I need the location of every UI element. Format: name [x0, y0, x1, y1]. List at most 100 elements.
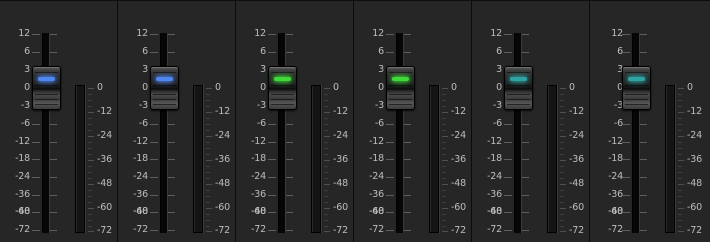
- meter-tick-mark: [442, 88, 448, 89]
- fader-knob-groove: [35, 99, 58, 100]
- fader-knob[interactable]: [32, 66, 61, 110]
- meter-scale-label: -60: [451, 202, 466, 213]
- fader-knob[interactable]: [268, 66, 297, 110]
- fader-scale-label: 3: [496, 64, 502, 75]
- fader-track[interactable]: [160, 33, 168, 233]
- fader-scale-label: -3: [20, 100, 30, 111]
- meter-scale-label: 0: [97, 82, 103, 93]
- fader-tick-mark: [268, 212, 276, 213]
- fader-knob-groove: [625, 85, 648, 86]
- fader-tick-mark: [167, 34, 175, 35]
- meter-tick-mark: [324, 160, 330, 161]
- meter-tick-mark: [88, 202, 92, 203]
- fader-tick-mark: [521, 212, 529, 213]
- fader-knob-groove: [625, 72, 648, 73]
- fader-scale-label: 3: [378, 64, 384, 75]
- fader-scale-label: -36: [487, 189, 502, 200]
- fader-knob-groove: [35, 72, 58, 73]
- fader-tick-mark: [504, 230, 512, 231]
- fader-tick-mark: [639, 230, 647, 231]
- meter-tick-mark: [206, 202, 210, 203]
- meter-scale-label: -36: [97, 154, 112, 165]
- fader-scale-label: -18: [251, 153, 266, 164]
- meter-scale-label: -72: [97, 225, 112, 236]
- fader-tick-mark: [49, 195, 57, 196]
- fader-tick-mark: [622, 34, 630, 35]
- fader-knob[interactable]: [622, 66, 651, 110]
- fader-tick-mark: [285, 177, 293, 178]
- meter-scale-label: -60: [687, 202, 702, 213]
- meter-scale: 0 -12 -24 -36 -48 -60 -72: [590, 1, 710, 242]
- fader-scale-label: -36: [133, 189, 148, 200]
- fader-track[interactable]: [42, 33, 50, 233]
- fader-scale-label: 0: [260, 82, 266, 93]
- meter-tick-mark: [88, 130, 92, 131]
- meter-tick-mark: [560, 124, 564, 125]
- fader-tick-mark: [49, 34, 57, 35]
- fader-tick-mark: [167, 52, 175, 53]
- fader-knob-groove: [389, 72, 412, 73]
- meter-tick-mark: [560, 160, 566, 161]
- fader-tick-mark: [403, 195, 411, 196]
- meter-tick-mark: [560, 100, 564, 101]
- fader-tick-mark: [32, 212, 40, 213]
- meter-tick-mark: [206, 172, 210, 173]
- fader-tick-mark: [167, 230, 175, 231]
- fader-tick-mark: [167, 195, 175, 196]
- fader-scale-label: 12: [18, 28, 30, 39]
- fader-tick-mark: [285, 195, 293, 196]
- fader-tick-mark: [386, 159, 394, 160]
- meter-tick-mark: [678, 88, 684, 89]
- fader-scale-label: -3: [138, 100, 148, 111]
- meter-tick-mark: [206, 220, 210, 221]
- meter-tick-mark: [442, 160, 448, 161]
- meter-tick-mark: [560, 130, 564, 131]
- meter-tick-mark: [678, 226, 682, 227]
- fader-scale-label: 6: [142, 46, 148, 57]
- fader-tick-mark: [167, 212, 175, 213]
- meter-tick-mark: [560, 88, 566, 89]
- fader-tick-mark: [403, 159, 411, 160]
- fader-scale-label: -12: [487, 136, 502, 147]
- meter-tick-mark: [324, 166, 328, 167]
- meter-tick-mark: [324, 112, 330, 113]
- meter-tick-mark: [206, 142, 210, 143]
- fader-track[interactable]: [514, 33, 522, 233]
- fader-knob-groove: [507, 94, 530, 95]
- fader-scale-label: -60: [133, 206, 148, 217]
- meter-tick-mark: [324, 178, 328, 179]
- meter-tick-mark: [324, 130, 328, 131]
- meter-tick-mark: [324, 202, 328, 203]
- fader-tick-mark: [504, 124, 512, 125]
- fader-track[interactable]: [632, 33, 640, 233]
- fader-scale-label: -6: [20, 118, 30, 129]
- meter-tick-mark: [88, 184, 94, 185]
- fader-tick-mark: [386, 177, 394, 178]
- meter-tick-mark: [206, 178, 210, 179]
- fader-tick-mark: [32, 195, 40, 196]
- meter-tick-mark: [678, 106, 682, 107]
- fader-tick-mark: [504, 159, 512, 160]
- fader-knob-groove: [389, 104, 412, 105]
- meter-tick-mark: [442, 196, 446, 197]
- meter-tick-mark: [88, 88, 94, 89]
- meter-tick-mark: [442, 226, 446, 227]
- fader-knob[interactable]: [504, 66, 533, 110]
- fader-tick-mark: [386, 142, 394, 143]
- fader-tick-mark: [167, 159, 175, 160]
- meter-tick-mark: [88, 136, 94, 137]
- level-meter: [311, 85, 321, 233]
- fader-scale-label: -48: [487, 206, 502, 217]
- fader-led-indicator: [38, 77, 55, 81]
- fader-tick-mark: [504, 52, 512, 53]
- fader-track[interactable]: [278, 33, 286, 233]
- fader-knob-groove: [507, 72, 530, 73]
- fader-tick-mark: [403, 34, 411, 35]
- fader-track[interactable]: [396, 33, 404, 233]
- fader-knob[interactable]: [150, 66, 179, 110]
- fader-scale-label: -12: [251, 136, 266, 147]
- fader-knob[interactable]: [386, 66, 415, 110]
- meter-tick-mark: [560, 231, 566, 232]
- fader-scale-label: -6: [138, 118, 148, 129]
- meter-scale-label: -72: [333, 225, 348, 236]
